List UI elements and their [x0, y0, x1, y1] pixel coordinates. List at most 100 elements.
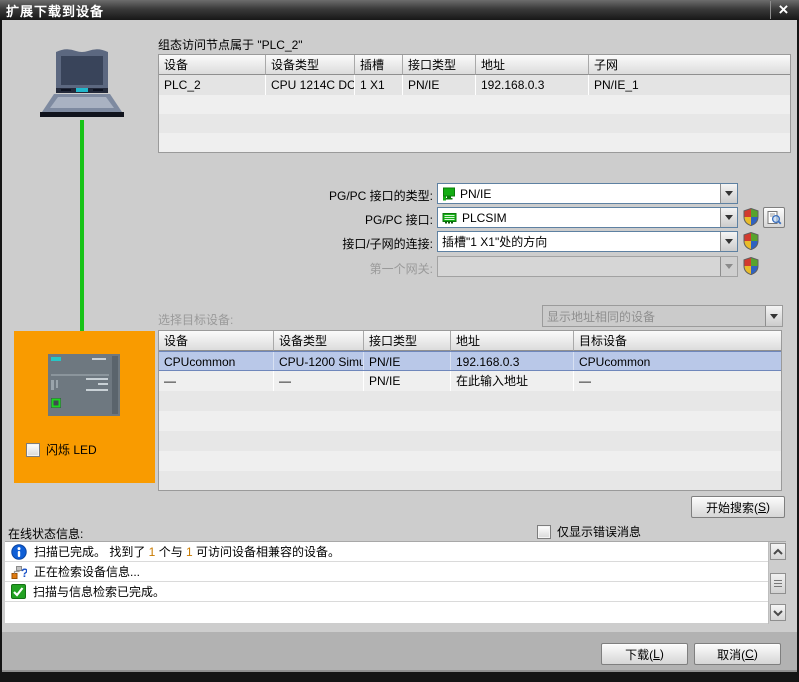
chevron-down-icon: [725, 239, 733, 244]
close-button[interactable]: ×: [770, 0, 796, 19]
column-header[interactable]: 设备: [159, 331, 274, 351]
flash-led-checkbox[interactable]: [26, 442, 40, 457]
interface-properties-button[interactable]: [763, 207, 785, 228]
title-bar: 扩展下载到设备: [0, 0, 799, 20]
first-gateway-label: 第一个网关:: [369, 262, 433, 276]
shield-icon: [743, 257, 759, 275]
empty-row: [159, 451, 781, 471]
cell-slot: 1 X1: [355, 75, 403, 95]
cell-device-type: CPU-1200 Simula...: [274, 352, 364, 370]
table-row[interactable]: — — PN/IE 在此输入地址 —: [159, 371, 781, 391]
table-row-selected[interactable]: CPUcommon CPU-1200 Simula... PN/IE 192.1…: [159, 351, 781, 371]
chevron-down-icon: [770, 313, 778, 319]
cell-address: 192.168.0.3: [476, 75, 589, 95]
close-icon: ×: [778, 0, 789, 19]
cell-target-device: —: [579, 374, 591, 388]
button-label: ): [766, 500, 770, 514]
button-accesskey: S: [757, 500, 766, 514]
empty-message-row: [5, 602, 786, 622]
pgpc-interface-label: PG/PC 接口:: [364, 213, 433, 227]
scroll-down-button[interactable]: [770, 604, 786, 621]
success-check-icon: [11, 584, 26, 599]
pgpc-interface-value: PLCSIM: [462, 210, 507, 225]
cancel-button[interactable]: 取消(C): [694, 643, 781, 665]
pg-laptop-icon: [40, 49, 124, 117]
cell-device: PLC_2: [159, 75, 266, 95]
cell-interface-type: PN/IE: [403, 75, 476, 95]
status-message: 扫描已完成。 找到了 1 个与 1 可访问设备相兼容的设备。: [5, 542, 786, 562]
dropdown-arrow-button[interactable]: [720, 208, 737, 227]
column-header[interactable]: 子网: [589, 55, 790, 75]
grip-icon: [774, 580, 782, 587]
button-label: 下载(: [625, 647, 654, 662]
column-header[interactable]: 设备类型: [274, 331, 364, 351]
cell-interface-type: PN/IE: [364, 371, 451, 391]
connection-cable: [80, 120, 84, 362]
pgpc-interface-type-combo[interactable]: PN/IE: [437, 183, 738, 204]
dropdown-arrow-button[interactable]: [720, 184, 737, 203]
table-header-row: 设备 设备类型 插槽 接口类型 地址 子网: [159, 55, 790, 75]
empty-row: [159, 114, 790, 133]
subnet-connection-label: 接口/子网的连接:: [342, 237, 433, 251]
column-header[interactable]: 插槽: [355, 55, 403, 75]
button-label: ): [659, 647, 664, 661]
start-search-button[interactable]: 开始搜索(S): [691, 496, 785, 518]
button-accesskey: L: [653, 647, 660, 661]
empty-row: [159, 411, 781, 431]
chevron-up-icon: [772, 548, 784, 556]
target-device-panel: 闪烁 LED: [14, 331, 155, 483]
empty-row: [159, 391, 781, 411]
message-text: 扫描已完成。 找到了 1 个与 1 可访问设备相兼容的设备。: [34, 544, 341, 559]
configured-nodes-table: 设备 设备类型 插槽 接口类型 地址 子网 PLC_2 CPU 1214C DC…: [158, 54, 791, 153]
scroll-up-button[interactable]: [770, 543, 786, 560]
button-label: 开始搜索(: [705, 500, 758, 515]
column-header[interactable]: 设备类型: [266, 55, 355, 75]
cell-device: CPUcommon: [159, 352, 274, 370]
button-label: 取消(: [717, 647, 746, 662]
chevron-down-icon: [772, 609, 784, 617]
only-errors-checkbox-row[interactable]: 仅显示错误消息: [537, 523, 641, 540]
subnet-connection-combo[interactable]: 插槽"1 X1"处的方向: [437, 231, 738, 252]
button-accesskey: C: [745, 647, 754, 661]
info-icon: [11, 543, 27, 560]
shield-icon: [743, 208, 759, 226]
dropdown-arrow-button: [765, 306, 782, 326]
message-scrollbar[interactable]: [768, 542, 786, 624]
column-header[interactable]: 地址: [476, 55, 589, 75]
plc-device-icon: [48, 354, 120, 416]
column-header[interactable]: 地址: [451, 331, 574, 351]
download-button[interactable]: 下载(L): [601, 643, 688, 665]
table-row[interactable]: PLC_2 CPU 1214C DC/D... 1 X1 PN/IE 192.1…: [159, 75, 790, 95]
empty-row: [159, 471, 781, 490]
chevron-down-icon: [725, 264, 733, 269]
cell-device-type: CPU 1214C DC/D...: [266, 75, 355, 95]
scrollbar-thumb[interactable]: [770, 573, 786, 594]
dropdown-arrow-button[interactable]: [720, 232, 737, 251]
select-target-label: 选择目标设备:: [158, 313, 234, 327]
column-header[interactable]: 目标设备: [574, 331, 781, 351]
only-errors-checkbox[interactable]: [537, 524, 551, 539]
empty-row: [159, 95, 790, 114]
online-status-label: 在线状态信息:: [8, 527, 84, 541]
pnie-interface-icon: [443, 187, 455, 200]
cell-address[interactable]: 在此输入地址: [451, 371, 574, 391]
table-header-row: 设备 设备类型 接口类型 地址 目标设备: [159, 331, 781, 351]
column-header[interactable]: 接口类型: [364, 331, 451, 351]
empty-row: [159, 133, 790, 152]
device-filter-value: 显示地址相同的设备: [547, 309, 656, 324]
pgpc-interface-combo[interactable]: PLCSIM: [437, 207, 738, 228]
column-header[interactable]: 接口类型: [403, 55, 476, 75]
cell-target-device: CPUcommon: [579, 355, 651, 369]
flash-led-checkbox-row[interactable]: 闪烁 LED: [26, 441, 97, 458]
button-label: ): [753, 647, 758, 661]
pgpc-interface-type-label: PG/PC 接口的类型:: [328, 189, 433, 203]
cell-address: 192.168.0.3: [451, 352, 574, 370]
column-header[interactable]: 设备: [159, 55, 266, 75]
subnet-connection-value: 插槽"1 X1"处的方向: [442, 235, 548, 249]
status-message: 扫描与信息检索已完成。: [5, 582, 786, 602]
message-text: 正在检索设备信息...: [34, 564, 141, 579]
status-message: ? 正在检索设备信息...: [5, 562, 786, 582]
device-filter-combo: 显示地址相同的设备: [542, 305, 783, 327]
retrieving-info-icon: ?: [11, 565, 27, 580]
target-devices-table: 设备 设备类型 接口类型 地址 目标设备 CPUcommon CPU-1200 …: [158, 330, 782, 491]
